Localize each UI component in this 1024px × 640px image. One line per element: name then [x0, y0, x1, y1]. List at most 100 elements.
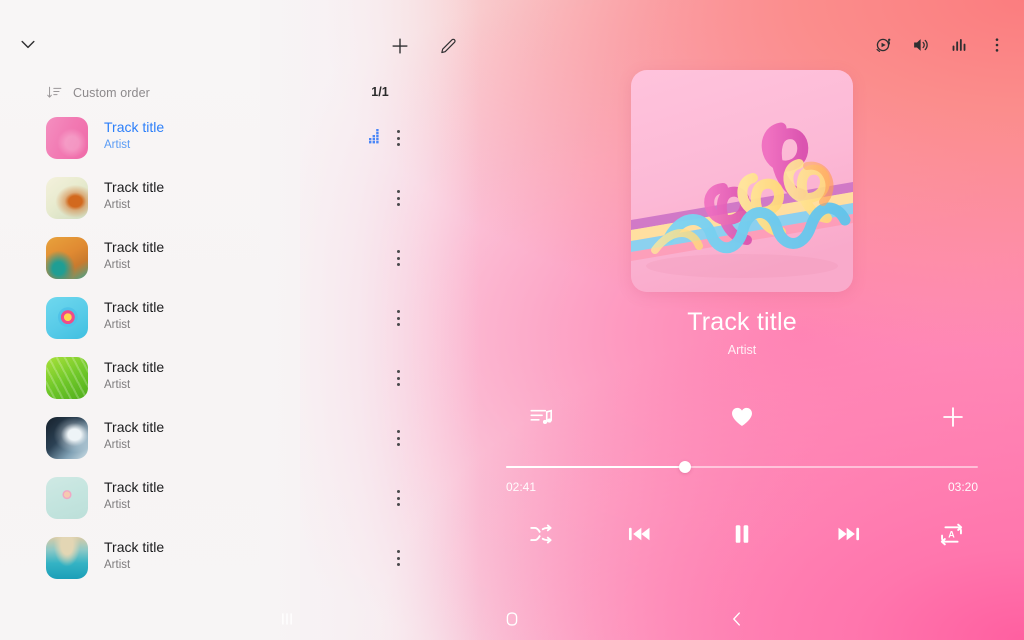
edit-button[interactable]: [433, 31, 463, 61]
elapsed-time: 02:41: [506, 480, 537, 494]
track-thumbnail: [46, 357, 88, 399]
track-text: Track title Artist: [104, 179, 164, 213]
plus-icon: [943, 407, 963, 427]
album-art[interactable]: [631, 70, 853, 292]
kebab-menu-icon: [995, 38, 999, 52]
track-menu-button[interactable]: [386, 485, 410, 511]
track-text: Track title Artist: [104, 419, 164, 453]
track-menu-button[interactable]: [386, 125, 410, 151]
album-art-image: [631, 70, 853, 292]
track-artist: Artist: [104, 499, 131, 511]
track-menu-button[interactable]: [386, 545, 410, 571]
sort-order-button[interactable]: Custom order: [46, 84, 150, 101]
track-row[interactable]: Track title Artist: [0, 108, 430, 168]
system-navigation-bar: [0, 598, 1024, 640]
track-thumbnail: [46, 537, 88, 579]
play-pause-button[interactable]: [722, 514, 762, 554]
track-artist: Artist: [104, 379, 131, 391]
track-text: Track title Artist: [104, 359, 164, 393]
skip-next-icon: [838, 527, 860, 541]
track-text: Track title Artist: [104, 239, 164, 273]
skip-previous-icon: [628, 527, 650, 541]
track-row[interactable]: Track title Artist: [0, 168, 430, 228]
progress-slider[interactable]: [506, 458, 978, 476]
secondary-actions: [506, 400, 978, 434]
speaker-icon: [914, 39, 928, 51]
track-title: Track title: [104, 419, 165, 435]
equalizer-animation-icon: [368, 128, 384, 144]
duration-time: 03:20: [947, 480, 978, 494]
chevron-down-icon: [21, 40, 35, 49]
track-artist: Artist: [104, 259, 131, 271]
track-row[interactable]: Track title Artist: [0, 348, 430, 408]
cast-play-icon: [876, 38, 891, 52]
repeat-all-icon: A: [940, 523, 962, 545]
recents-icon: [282, 613, 292, 625]
home-button[interactable]: [492, 602, 532, 636]
track-text: Track title Artist: [104, 119, 164, 153]
track-thumbnail: [46, 297, 88, 339]
progress-fill: [506, 466, 686, 468]
add-to-playlist-button[interactable]: [936, 400, 970, 434]
track-row[interactable]: Track title Artist: [0, 408, 430, 468]
favorite-button[interactable]: [725, 400, 759, 434]
equalizer-button[interactable]: [944, 30, 974, 60]
shuffle-button[interactable]: [521, 514, 561, 554]
repeat-button[interactable]: A: [931, 514, 971, 554]
add-track-button[interactable]: [385, 31, 415, 61]
shuffle-icon: [530, 524, 552, 544]
center-actions: [385, 31, 463, 61]
track-row[interactable]: Track title Artist: [0, 468, 430, 528]
track-title: Track title: [104, 479, 165, 495]
track-thumbnail: [46, 417, 88, 459]
track-menu-button[interactable]: [386, 305, 410, 331]
track-menu-button[interactable]: [386, 185, 410, 211]
previous-button[interactable]: [619, 514, 659, 554]
svg-text:A: A: [948, 529, 955, 539]
track-text: Track title Artist: [104, 299, 164, 333]
track-thumbnail: [46, 117, 88, 159]
equalizer-bars-icon: [952, 39, 966, 51]
track-title: Track title: [104, 119, 165, 135]
collapse-button[interactable]: [14, 30, 42, 58]
track-text: Track title Artist: [104, 539, 164, 573]
track-menu-button[interactable]: [386, 425, 410, 451]
top-right-actions: [868, 30, 1012, 60]
track-title: Track title: [104, 539, 165, 555]
track-list[interactable]: Track title Artist Track title Artist Track …: [0, 108, 430, 588]
now-playing-title: Track title: [687, 308, 797, 336]
track-artist: Artist: [104, 139, 131, 151]
now-playing-artist: Artist: [727, 343, 757, 357]
heart-filled-icon: [732, 407, 752, 426]
volume-button[interactable]: [906, 30, 936, 60]
top-bar: [0, 0, 1024, 74]
plus-icon: [392, 38, 408, 54]
home-icon: [506, 612, 518, 626]
back-button[interactable]: [717, 602, 757, 636]
pencil-icon: [441, 38, 456, 54]
track-title: Track title: [104, 359, 165, 375]
track-artist: Artist: [104, 439, 131, 451]
cast-button[interactable]: [868, 30, 898, 60]
queue-button[interactable]: [524, 400, 558, 434]
transport-controls: A: [506, 514, 978, 554]
track-menu-button[interactable]: [386, 245, 410, 271]
page-count: 1/1: [371, 85, 389, 99]
track-thumbnail: [46, 237, 88, 279]
track-row[interactable]: Track title Artist: [0, 228, 430, 288]
recents-button[interactable]: [267, 602, 307, 636]
track-title: Track title: [104, 179, 165, 195]
track-row[interactable]: Track title Artist: [0, 288, 430, 348]
track-artist: Artist: [104, 559, 131, 571]
track-artist: Artist: [104, 199, 131, 211]
track-title: Track title: [104, 299, 165, 315]
track-text: Track title Artist: [104, 479, 164, 513]
progress-thumb[interactable]: [679, 461, 692, 473]
more-options-button[interactable]: [982, 30, 1012, 60]
track-title: Track title: [104, 239, 165, 255]
track-row[interactable]: Track title Artist: [0, 528, 430, 588]
track-thumbnail: [46, 177, 88, 219]
next-button[interactable]: [829, 514, 869, 554]
pause-icon: [735, 525, 749, 543]
track-menu-button[interactable]: [386, 365, 410, 391]
